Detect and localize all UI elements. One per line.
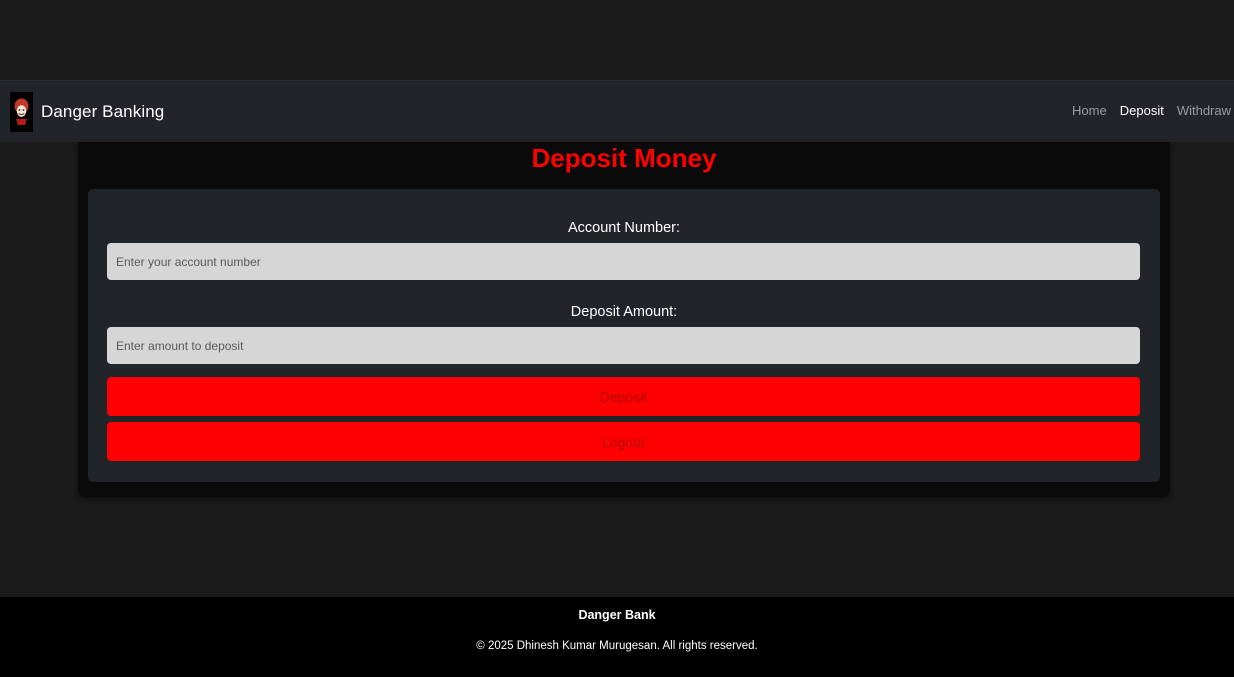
nav-link-deposit[interactable]: Deposit [1120,103,1164,118]
deposit-amount-label: Deposit Amount: [570,304,678,320]
mask-icon [10,92,33,132]
footer-title: Danger Bank [578,608,656,622]
deposit-amount-input[interactable] [107,327,1140,364]
footer-copyright: © 2025 Dhinesh Kumar Murugesan. All righ… [476,640,758,652]
nav-links: Home Deposit Withdraw [1072,103,1231,118]
footer: Danger Bank © 2025 Dhinesh Kumar Muruges… [0,597,1234,677]
nav-link-home[interactable]: Home [1072,103,1107,118]
logout-button[interactable]: Logout [107,422,1140,461]
account-number-input[interactable] [107,243,1140,280]
account-number-label: Account Number: [567,220,681,236]
deposit-form: Account Number: Deposit Amount: Deposit … [88,189,1160,482]
page-title: Deposit Money [531,143,717,173]
nav-link-withdraw[interactable]: Withdraw [1177,103,1231,118]
deposit-button[interactable]: Deposit [107,377,1140,416]
navbar: Danger Banking Home Deposit Withdraw [0,80,1234,142]
brand-name: Danger Banking [41,102,165,121]
brand[interactable]: Danger Banking [10,92,164,132]
deposit-panel: Deposit Money Account Number: Deposit Am… [78,142,1170,497]
